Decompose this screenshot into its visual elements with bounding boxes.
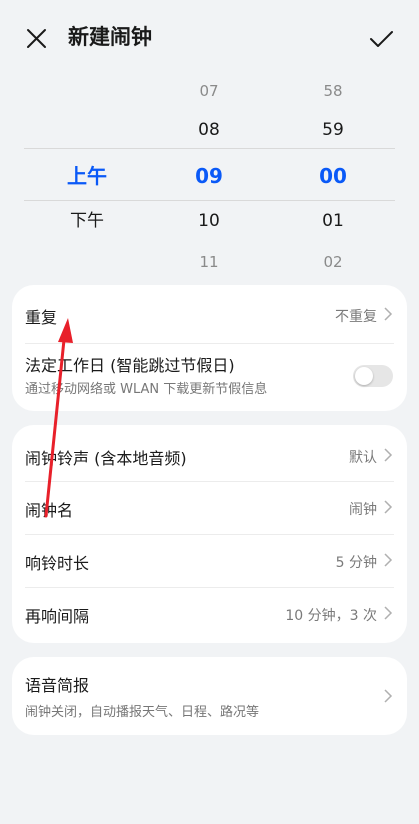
picker-hour[interactable]: 10 — [164, 209, 254, 233]
workday-label: 法定工作日 (智能跳过节假日) — [25, 356, 235, 375]
voice-briefing-row[interactable]: 语音简报 闹钟关闭，自动播报天气、日程、路况等 — [12, 657, 407, 735]
ringtone-value: 默认 — [349, 450, 377, 466]
chevron-right-icon — [384, 689, 393, 703]
picker-ampm-selected[interactable]: 上午 — [42, 164, 132, 188]
picker-hour[interactable]: 07 — [164, 79, 254, 103]
voice-briefing-label: 语音简报 — [25, 676, 90, 695]
voice-briefing-subtitle: 闹钟关闭，自动播报天气、日程、路况等 — [25, 705, 260, 720]
picker-hour[interactable]: 11 — [164, 250, 254, 274]
toggle-knob — [355, 367, 373, 385]
chevron-right-icon — [384, 553, 393, 567]
ring-duration-row[interactable]: 响铃时长 5 分钟 — [12, 534, 407, 587]
ring-duration-label: 响铃时长 — [25, 554, 90, 573]
chevron-right-icon — [384, 448, 393, 462]
picker-minute[interactable]: 59 — [288, 118, 378, 142]
ringtone-label: 闹钟铃声 (含本地音频) — [25, 449, 187, 468]
picker-minute[interactable]: 02 — [288, 250, 378, 274]
snooze-interval-value: 10 分钟，3 次 — [285, 608, 377, 624]
chevron-right-icon — [384, 500, 393, 514]
picker-selection-line-bottom — [24, 200, 395, 201]
settings-card-repeat: 重复 不重复 法定工作日 (智能跳过节假日) 通过移动网络或 WLAN 下载更新… — [12, 285, 407, 411]
confirm-button[interactable] — [366, 24, 396, 54]
workday-row[interactable]: 法定工作日 (智能跳过节假日) 通过移动网络或 WLAN 下载更新节假信息 — [12, 343, 407, 411]
ring-duration-value: 5 分钟 — [335, 555, 377, 571]
picker-selection-line-top — [24, 148, 395, 149]
picker-minute-selected[interactable]: 00 — [288, 164, 378, 188]
chevron-right-icon — [384, 307, 393, 321]
picker-ampm-option[interactable]: 下午 — [42, 209, 132, 233]
alarm-name-row[interactable]: 闹钟名 闹钟 — [12, 481, 407, 534]
picker-minute[interactable]: 01 — [288, 209, 378, 233]
close-icon — [27, 29, 46, 48]
repeat-label: 重复 — [25, 308, 58, 327]
alarm-name-label: 闹钟名 — [25, 501, 74, 520]
repeat-value: 不重复 — [335, 309, 377, 325]
page-title: 新建闹钟 — [68, 25, 152, 49]
header: 新建闹钟 — [0, 0, 419, 72]
ringtone-row[interactable]: 闹钟铃声 (含本地音频) 默认 — [12, 429, 407, 481]
time-picker[interactable]: 上午 下午 07 08 09 10 11 58 59 00 01 02 — [0, 72, 419, 282]
chevron-right-icon — [384, 606, 393, 620]
picker-hour-selected[interactable]: 09 — [164, 164, 254, 188]
workday-subtitle: 通过移动网络或 WLAN 下载更新节假信息 — [25, 382, 268, 397]
settings-card-alarm: 闹钟铃声 (含本地音频) 默认 闹钟名 闹钟 响铃时长 5 分钟 再响间隔 10… — [12, 425, 407, 643]
close-button[interactable] — [22, 24, 52, 54]
settings-card-voice: 语音简报 闹钟关闭，自动播报天气、日程、路况等 — [12, 657, 407, 735]
workday-toggle[interactable] — [353, 365, 393, 387]
picker-hour[interactable]: 08 — [164, 118, 254, 142]
alarm-name-value: 闹钟 — [349, 502, 377, 518]
picker-minute[interactable]: 58 — [288, 79, 378, 103]
check-icon — [370, 31, 393, 47]
snooze-interval-label: 再响间隔 — [25, 607, 90, 626]
repeat-row[interactable]: 重复 不重复 — [12, 285, 407, 343]
snooze-interval-row[interactable]: 再响间隔 10 分钟，3 次 — [12, 587, 407, 640]
